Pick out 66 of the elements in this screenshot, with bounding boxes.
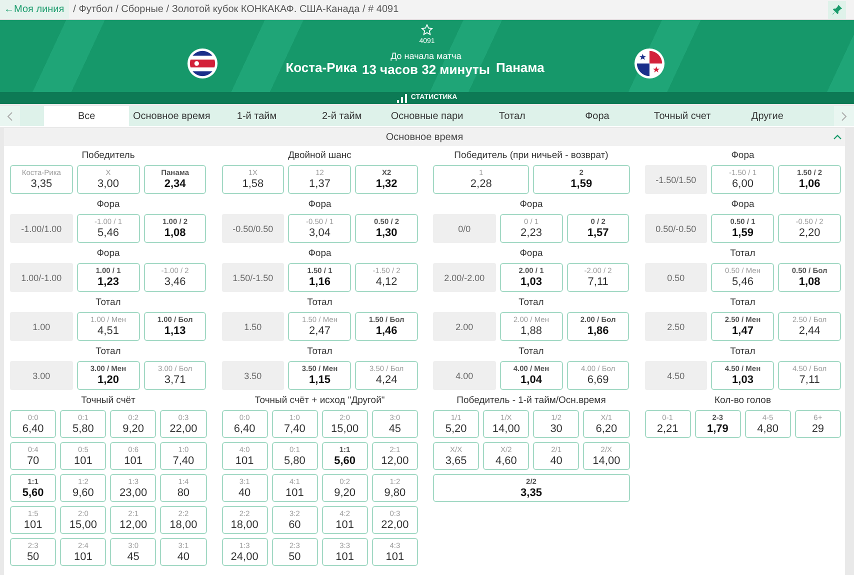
tab[interactable]: Основные пари xyxy=(384,106,470,126)
market-title: Тотал xyxy=(729,345,756,359)
countdown: 13 часов 32 минуты xyxy=(362,62,490,78)
line-value: -1.50/1.50 xyxy=(644,165,708,194)
line-value: -0.50/0.50 xyxy=(222,214,284,243)
star-icon[interactable] xyxy=(421,24,433,36)
line-value: 0.50/-0.50 xyxy=(644,214,708,243)
line-value: 0.50 xyxy=(644,263,708,292)
market-title: Кол-во голов xyxy=(714,394,772,408)
away-team-name: Панама xyxy=(496,59,544,75)
line-value: 4.00 xyxy=(433,361,496,390)
breadcrumb-path: / Футбол / Сборные / Золотой кубок КОНКАКАФ. США-Канада / # 4091 xyxy=(73,4,400,15)
market-title: Фора xyxy=(518,198,544,212)
market-title: Точный счёт + исход "Другой" xyxy=(254,394,386,408)
line-value: 0/0 xyxy=(433,214,496,243)
costa-rica-flag-icon xyxy=(187,48,218,79)
panama-flag-icon xyxy=(634,48,665,79)
market-title: Победитель - 1-й тайм/Осн.время xyxy=(456,394,607,408)
line-value: 1.00 xyxy=(10,312,73,341)
chevron-left-icon xyxy=(7,112,13,120)
line-value: 1.00/-1.00 xyxy=(10,263,73,292)
line-value: 1.50 xyxy=(222,312,284,341)
tab[interactable]: Тотал xyxy=(470,106,555,126)
line-value: 2.00/-2.00 xyxy=(433,263,496,292)
tab[interactable]: Все xyxy=(44,106,130,126)
market-title: Тотал xyxy=(306,345,334,359)
home-team-name: Коста-Рика xyxy=(286,59,357,75)
tab[interactable]: Фора xyxy=(554,106,640,126)
line-value: 4.50 xyxy=(644,361,708,390)
countdown-label: До начала матча xyxy=(390,50,462,62)
scroll-left-button[interactable] xyxy=(0,106,20,126)
market-title: Двойной шанс xyxy=(287,149,352,163)
chevron-right-icon xyxy=(841,112,847,120)
market-title: Точный счёт xyxy=(80,394,136,408)
bar-chart-icon xyxy=(396,94,407,102)
market-title: Фора xyxy=(307,247,332,261)
line-value: 2.00 xyxy=(433,312,496,341)
line-value: 3.00 xyxy=(10,361,73,390)
market-title: Тотал xyxy=(729,247,756,261)
market-title: Фора xyxy=(96,198,121,212)
pin-icon[interactable] xyxy=(828,0,846,18)
line-value: 2.50 xyxy=(644,312,708,341)
market-title: Фора xyxy=(518,247,544,261)
line-value: -1.00/1.00 xyxy=(10,214,73,243)
market-title: Тотал xyxy=(518,296,545,310)
tab[interactable]: Основное время xyxy=(129,106,214,126)
market-title: Фора xyxy=(730,149,756,163)
section-title: Основное время xyxy=(386,132,464,142)
market-title: Победитель (при ничьей - возврат) xyxy=(453,149,610,163)
tab[interactable]: Точный счет xyxy=(640,106,725,126)
line-value: 3.50 xyxy=(222,361,284,390)
tab[interactable]: 1-й тайм xyxy=(214,106,300,126)
market-title: Победитель xyxy=(80,149,136,163)
tab[interactable]: 2-й тайм xyxy=(299,106,384,126)
market-title: Тотал xyxy=(306,296,334,310)
market-title: Фора xyxy=(307,198,332,212)
market-title: Тотал xyxy=(518,345,545,359)
market-title: Тотал xyxy=(729,296,756,310)
market-title: Тотал xyxy=(94,296,122,310)
market-title: Тотал xyxy=(94,345,122,359)
market-title: Фора xyxy=(96,247,121,261)
tab[interactable]: Другие xyxy=(724,106,810,126)
line-value: 1.50/-1.50 xyxy=(222,263,284,292)
scroll-right-button[interactable] xyxy=(834,106,854,126)
section-header[interactable]: Основное время xyxy=(4,128,845,146)
market-title: Фора xyxy=(730,198,756,212)
